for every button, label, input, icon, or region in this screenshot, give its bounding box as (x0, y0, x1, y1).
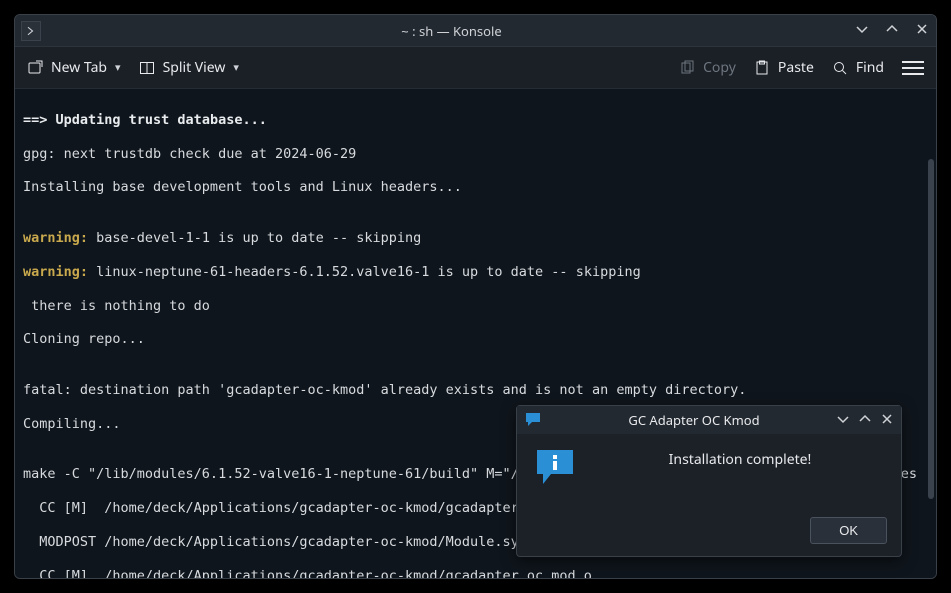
term-line: ==> (23, 112, 56, 128)
dialog-maximize-icon[interactable] (859, 411, 871, 429)
term-warning: warning: (23, 230, 88, 246)
install-complete-dialog: GC Adapter OC Kmod Installation complete… (516, 405, 902, 557)
dialog-title: GC Adapter OC Kmod (551, 411, 837, 429)
chevron-down-icon: ▾ (115, 60, 121, 75)
new-tab-label: New Tab (51, 58, 107, 77)
find-label: Find (856, 58, 884, 77)
term-line: Installing base development tools and Li… (23, 179, 928, 196)
dialog-titlebar[interactable]: GC Adapter OC Kmod (517, 406, 901, 434)
scrollbar-thumb[interactable] (928, 159, 934, 499)
hamburger-menu-icon[interactable] (902, 57, 924, 79)
paste-label: Paste (778, 58, 814, 77)
ok-button[interactable]: OK (810, 517, 887, 544)
app-menu-icon[interactable] (21, 21, 41, 41)
copy-label: Copy (703, 58, 736, 77)
info-bubble-icon (535, 448, 579, 488)
find-button[interactable]: Find (832, 58, 884, 77)
close-icon[interactable] (914, 22, 930, 40)
term-line: linux-neptune-61-headers-6.1.52.valve16-… (88, 264, 641, 280)
copy-button[interactable]: Copy (679, 58, 736, 77)
split-view-button[interactable]: Split View ▾ (139, 58, 239, 77)
chevron-down-icon: ▾ (233, 60, 239, 75)
titlebar[interactable]: ~ : sh — Konsole (15, 15, 936, 47)
minimize-icon[interactable] (854, 22, 870, 40)
window-title: ~ : sh — Konsole (49, 22, 854, 40)
speech-bubble-icon (525, 412, 543, 428)
paste-button[interactable]: Paste (754, 58, 814, 77)
term-warning: warning: (23, 264, 88, 280)
dialog-message: Installation complete! (597, 448, 883, 469)
maximize-icon[interactable] (884, 22, 900, 40)
term-line: there is nothing to do (23, 298, 928, 315)
term-line: Cloning repo... (23, 331, 928, 348)
term-line: fatal: destination path 'gcadapter-oc-km… (23, 382, 928, 399)
new-tab-button[interactable]: New Tab ▾ (27, 58, 121, 77)
term-line: Updating trust database... (56, 112, 267, 128)
term-line: gpg: next trustdb check due at 2024-06-2… (23, 146, 928, 163)
dialog-close-icon[interactable] (881, 411, 893, 429)
split-view-label: Split View (163, 58, 226, 77)
toolbar: New Tab ▾ Split View ▾ Copy Paste Find (15, 47, 936, 89)
term-line: base-devel-1-1 is up to date -- skipping (88, 230, 421, 246)
term-line: CC [M] /home/deck/Applications/gcadapter… (23, 568, 928, 579)
dialog-minimize-icon[interactable] (837, 411, 849, 429)
